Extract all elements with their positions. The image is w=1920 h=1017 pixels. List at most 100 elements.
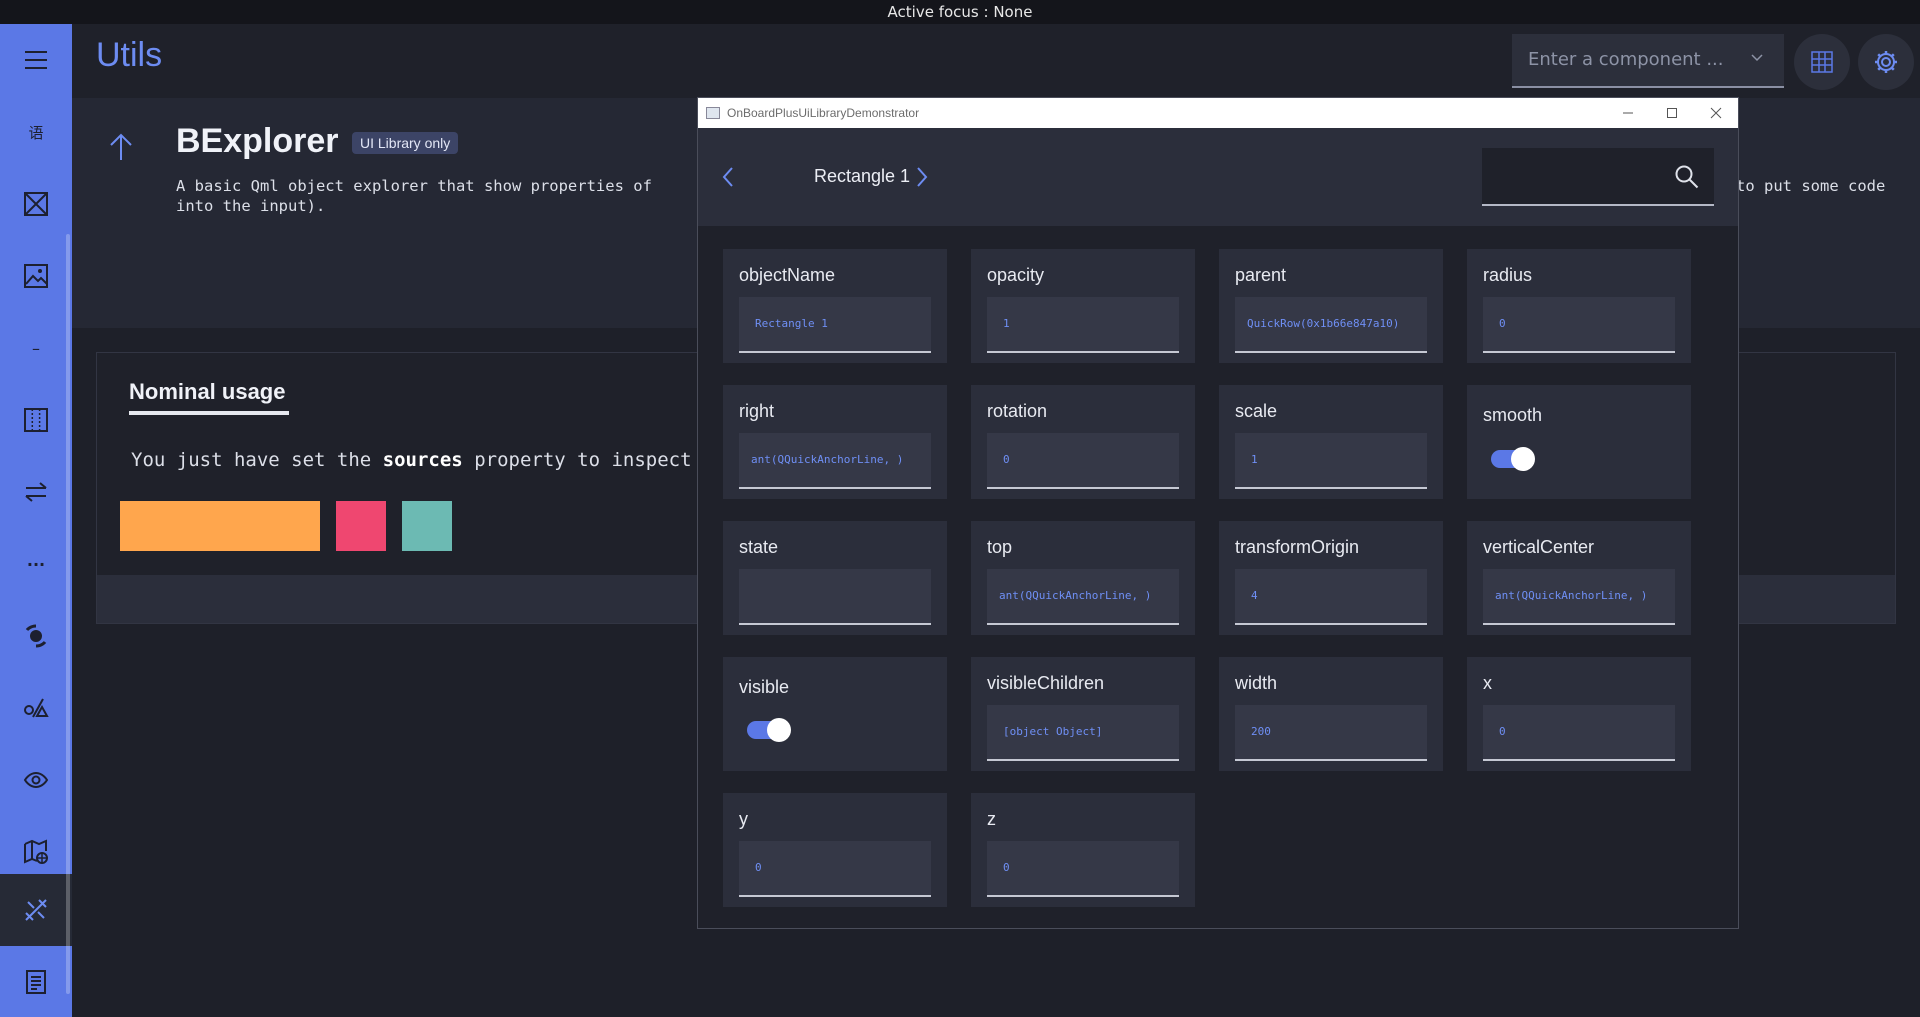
property-name: y <box>739 809 748 829</box>
property-name: radius <box>1483 265 1533 285</box>
maximize-button[interactable] <box>1650 98 1694 128</box>
toggle-knob <box>767 718 791 742</box>
window-titlebar[interactable]: OnBoardPlusUiLibraryDemonstrator <box>698 98 1738 128</box>
property-value-input[interactable]: 1 <box>1235 433 1427 489</box>
property-name: visibleChildren <box>987 673 1105 693</box>
property-value-input[interactable]: 4 <box>1235 569 1427 625</box>
property-name: state <box>739 537 779 557</box>
sidebar-item-tools[interactable] <box>0 874 72 946</box>
tools-icon <box>25 899 47 921</box>
property-card: transformOrigin 4 <box>1219 521 1443 635</box>
app-title: Utils <box>96 36 163 74</box>
sidebar-item-divider[interactable]: – <box>0 312 72 384</box>
chevron-left-icon[interactable] <box>720 164 736 190</box>
chevron-down-icon <box>1751 54 1763 62</box>
property-name: opacity <box>987 265 1045 285</box>
swap-icon <box>25 482 47 502</box>
toggle-knob <box>1511 447 1535 471</box>
arrow-up-icon[interactable] <box>108 132 134 162</box>
sidebar-item-more[interactable]: ··· <box>0 528 72 600</box>
property-card: right ant(QQuickAnchorLine, ) <box>723 385 947 499</box>
property-card: width 200 <box>1219 657 1443 771</box>
property-card: top ant(QQuickAnchorLine, ) <box>971 521 1195 635</box>
property-value-input[interactable]: 1 <box>987 297 1179 353</box>
property-card: radius 0 <box>1467 249 1691 363</box>
property-name: x <box>1483 673 1492 693</box>
minus-icon: – <box>32 338 40 358</box>
property-value-input[interactable]: [object Object] <box>987 705 1179 761</box>
property-name: right <box>739 401 775 421</box>
minimize-button[interactable] <box>1606 98 1650 128</box>
settings-button[interactable] <box>1858 34 1914 90</box>
eye-icon <box>23 771 49 789</box>
sidebar-item-swap[interactable] <box>0 456 72 528</box>
visible-toggle[interactable] <box>747 718 791 742</box>
frame-icon <box>24 192 48 216</box>
property-value-input[interactable]: 0 <box>987 841 1179 897</box>
sidebar-item-language[interactable]: 语 <box>0 96 72 168</box>
property-name: transformOrigin <box>1235 537 1360 557</box>
sidebar-scrollbar[interactable] <box>66 234 70 994</box>
sidebar-item-document[interactable] <box>0 946 72 1017</box>
property-value-input[interactable]: Rectangle 1 <box>739 297 931 353</box>
more-icon: ··· <box>26 554 46 574</box>
property-card: visible <box>723 657 947 771</box>
property-value-input[interactable]: ant(QQuickAnchorLine, ) <box>739 433 931 489</box>
shapes-icon <box>24 698 49 718</box>
description-end: to put some code <box>1736 177 1886 195</box>
component-select[interactable]: Enter a component ... <box>1512 34 1784 88</box>
sidebar-item-eye[interactable] <box>0 744 72 816</box>
minimize-icon <box>1623 112 1633 114</box>
property-name: objectName <box>739 265 836 285</box>
image-icon <box>24 264 48 288</box>
tab-indicator <box>129 411 289 415</box>
usage-text-before: You just have set the <box>131 449 383 471</box>
smooth-toggle[interactable] <box>1491 447 1535 471</box>
property-card: x 0 <box>1467 657 1691 771</box>
grid-icon <box>24 408 48 432</box>
rectangle-3 <box>402 501 452 551</box>
sidebar-item-frame[interactable] <box>0 168 72 240</box>
explorer-window: OnBoardPlusUiLibraryDemonstrator Rectang… <box>697 97 1739 929</box>
property-card: smooth <box>1467 385 1691 499</box>
sidebar-item-grid[interactable] <box>0 384 72 456</box>
component-select-placeholder: Enter a component ... <box>1528 49 1724 70</box>
property-value-input[interactable]: 0 <box>987 433 1179 489</box>
window-title: OnBoardPlusUiLibraryDemonstrator <box>727 106 920 120</box>
property-value-input[interactable]: QuickRow(0x1b66e847a10) <box>1235 297 1427 353</box>
property-name: z <box>987 809 996 829</box>
map-icon <box>24 839 48 864</box>
property-card: scale 1 <box>1219 385 1443 499</box>
sidebar-item-storm[interactable] <box>0 600 72 672</box>
menu-button[interactable] <box>0 24 72 96</box>
tab-nominal-usage[interactable]: Nominal usage <box>129 379 285 405</box>
close-button[interactable] <box>1694 98 1738 128</box>
grid-view-button[interactable] <box>1794 34 1850 90</box>
chevron-right-icon[interactable] <box>914 164 930 190</box>
property-card: visibleChildren [object Object] <box>971 657 1195 771</box>
property-name: rotation <box>987 401 1048 421</box>
grid-icon <box>1811 51 1833 73</box>
property-value-input[interactable]: 0 <box>1483 705 1675 761</box>
property-value-input[interactable]: 0 <box>739 841 931 897</box>
usage-text-bold: sources <box>382 449 463 471</box>
property-value-input[interactable]: ant(QQuickAnchorLine, ) <box>987 569 1179 625</box>
explorer-nav: Rectangle 1 <box>698 128 1738 226</box>
usage-text-after: property to inspect a <box>462 449 715 471</box>
property-value-input[interactable]: ant(QQuickAnchorLine, ) <box>1483 569 1675 625</box>
property-value-input[interactable]: 200 <box>1235 705 1427 761</box>
search-icon <box>1675 165 1699 189</box>
usage-text: You just have set the sources property t… <box>131 449 714 471</box>
rectangle-1 <box>120 501 320 551</box>
property-name: parent <box>1235 265 1287 285</box>
close-icon <box>1710 107 1722 119</box>
sidebar-item-shapes[interactable] <box>0 672 72 744</box>
sidebar-item-image[interactable] <box>0 240 72 312</box>
sidebar: 语 – ··· <box>0 24 72 1017</box>
property-value-input[interactable] <box>739 569 931 625</box>
property-search-input[interactable] <box>1482 148 1714 206</box>
property-value-input[interactable]: 0 <box>1483 297 1675 353</box>
property-card: rotation 0 <box>971 385 1195 499</box>
property-name: width <box>1235 673 1278 693</box>
property-card: z 0 <box>971 793 1195 907</box>
